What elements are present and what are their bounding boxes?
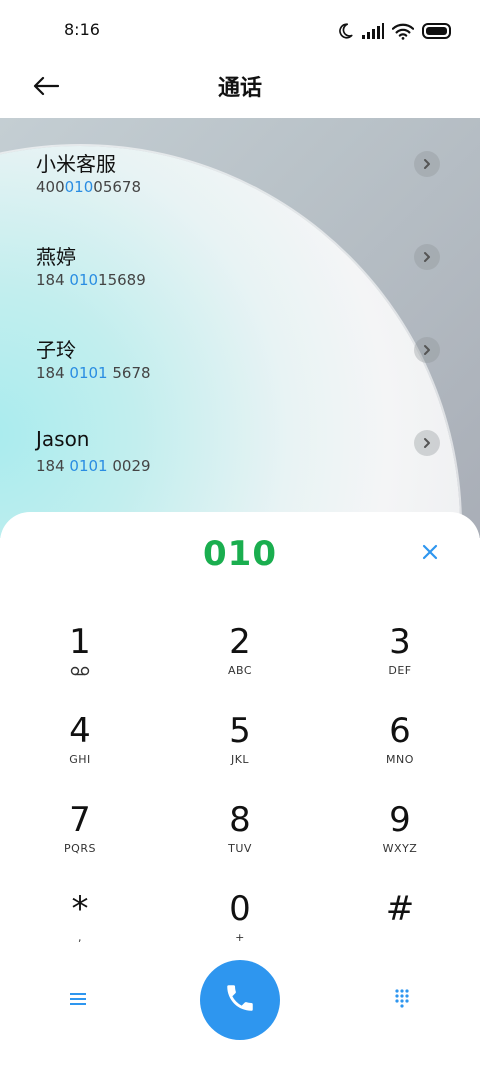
key-9[interactable]: 9 WXYZ xyxy=(340,790,460,870)
contact-detail-button[interactable] xyxy=(414,337,440,363)
contact-name: Jason xyxy=(36,427,90,451)
chevron-right-icon xyxy=(422,248,432,267)
key-2[interactable]: 2 ABC xyxy=(180,612,300,692)
chevron-right-icon xyxy=(422,434,432,453)
key-5[interactable]: 5 JKL xyxy=(180,701,300,781)
contact-number: 40001005678 xyxy=(36,178,141,196)
match-highlight: 010 xyxy=(69,271,99,289)
contact-detail-button[interactable] xyxy=(414,430,440,456)
page-title: 通话 xyxy=(217,76,262,101)
match-highlight: 0101 xyxy=(69,457,108,475)
contact-item[interactable]: 小米客服 40001005678 xyxy=(0,118,480,211)
status-bar: 8:16 xyxy=(0,0,480,62)
clear-button[interactable] xyxy=(416,540,444,568)
menu-icon xyxy=(70,991,86,1010)
keypad-toggle-button[interactable] xyxy=(386,984,418,1016)
header: 通话 xyxy=(0,62,480,118)
chevron-right-icon xyxy=(422,341,432,360)
key-6[interactable]: 6 MNO xyxy=(340,701,460,781)
key-4[interactable]: 4 GHI xyxy=(20,701,140,781)
moon-icon xyxy=(336,22,354,40)
close-icon xyxy=(422,544,438,564)
contact-item[interactable]: 子玲 184 0101 5678 xyxy=(0,304,480,397)
phone-icon xyxy=(223,981,257,1019)
key-star[interactable]: * , xyxy=(20,879,140,959)
key-3[interactable]: 3 DEF xyxy=(340,612,460,692)
dialed-number: 010 xyxy=(203,534,277,574)
contact-item[interactable]: 燕婷 184 01015689 xyxy=(0,211,480,304)
contact-name: 小米客服 xyxy=(36,152,116,176)
menu-button[interactable] xyxy=(62,984,94,1016)
dialer-actions xyxy=(0,960,480,1050)
contact-list: 小米客服 40001005678 燕婷 184 01015689 子玲 184 … xyxy=(0,118,480,490)
match-highlight: 010 xyxy=(64,178,94,196)
contact-name: 子玲 xyxy=(36,338,76,362)
match-highlight: 0101 xyxy=(69,364,108,382)
status-time: 8:16 xyxy=(64,20,100,39)
battery-icon xyxy=(422,23,452,39)
dialpad-icon xyxy=(394,988,410,1012)
key-0[interactable]: 0 + xyxy=(180,879,300,959)
key-1[interactable]: 1 xyxy=(20,612,140,692)
contact-detail-button[interactable] xyxy=(414,151,440,177)
status-icons xyxy=(336,20,452,42)
contact-number: 184 0101 0029 xyxy=(36,457,151,475)
key-8[interactable]: 8 TUV xyxy=(180,790,300,870)
contact-name: 燕婷 xyxy=(36,245,76,269)
contact-item[interactable]: Jason 184 0101 0029 xyxy=(0,397,480,490)
wifi-icon xyxy=(392,23,414,40)
voicemail-icon xyxy=(70,664,90,677)
dialer-panel: 010 1 2 ABC 3 DEF 4 GHI 5 JKL 6 MNO 7 PQ… xyxy=(0,512,480,1066)
chevron-right-icon xyxy=(422,155,432,174)
call-button[interactable] xyxy=(200,960,280,1040)
signal-icon xyxy=(362,23,384,39)
contact-detail-button[interactable] xyxy=(414,244,440,270)
key-7[interactable]: 7 PQRS xyxy=(20,790,140,870)
key-hash[interactable]: # xyxy=(340,879,460,959)
contact-number: 184 0101 5678 xyxy=(36,364,151,382)
contact-number: 184 01015689 xyxy=(36,271,146,289)
